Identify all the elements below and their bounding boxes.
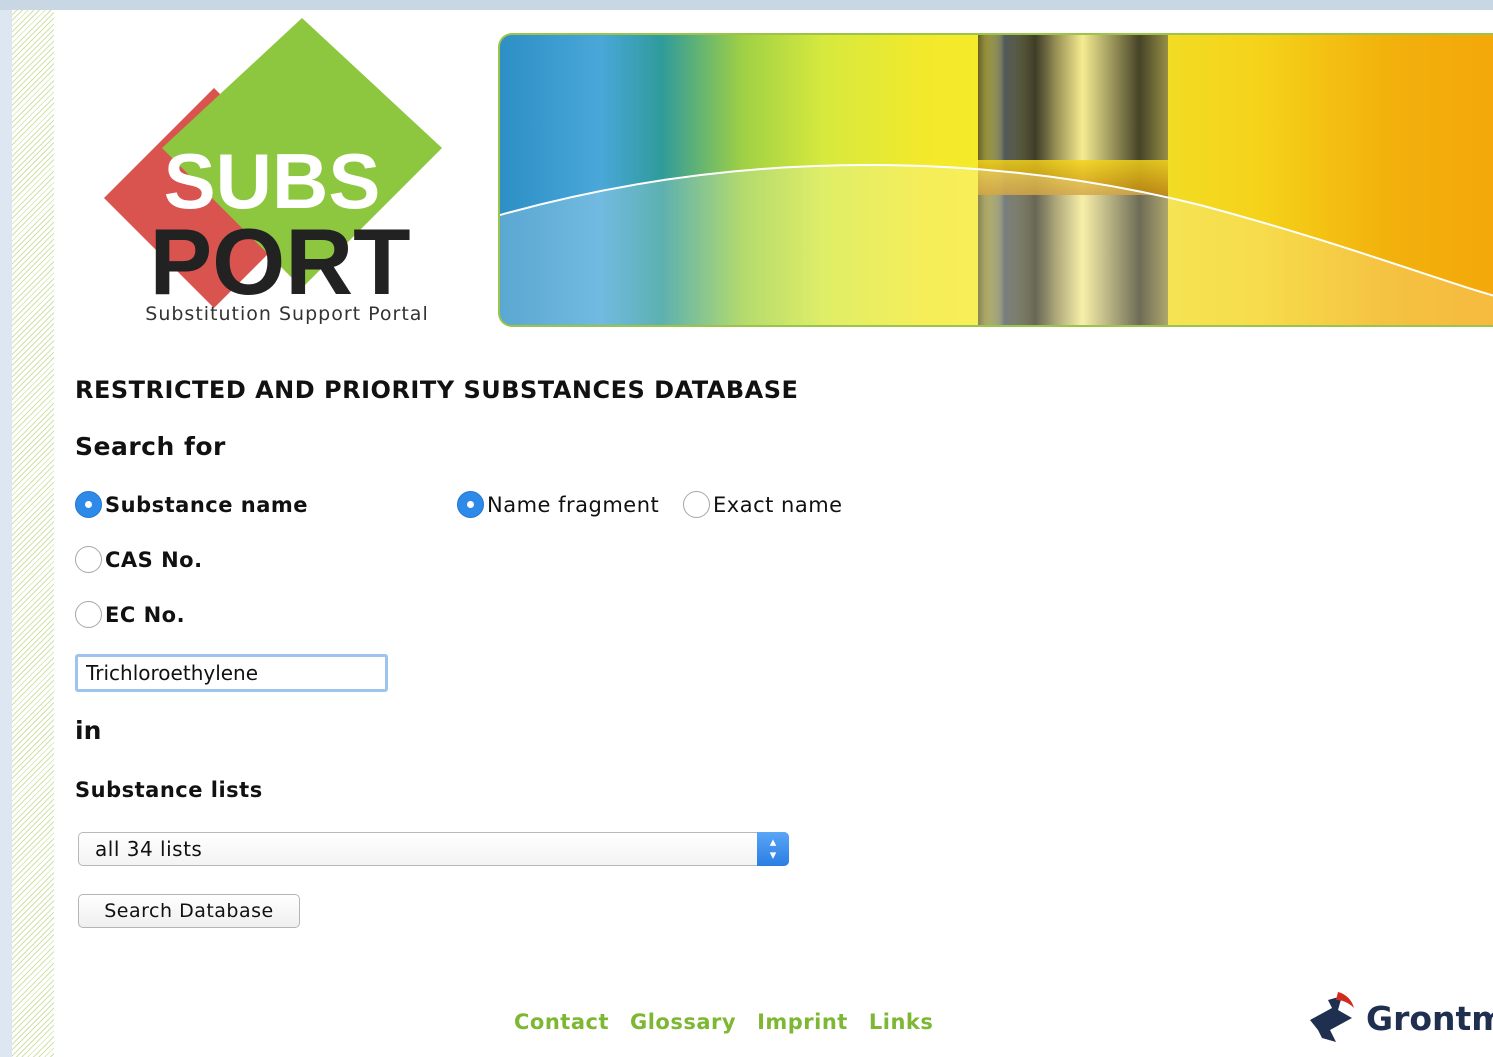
search-input[interactable]	[75, 654, 388, 692]
name-fragment-label: Name fragment	[487, 492, 660, 517]
left-hatch-border	[12, 10, 54, 1057]
option-ec-no[interactable]: EC No.	[75, 601, 185, 628]
subsport-logo[interactable]: SUBS PORT Substitution Support Portal	[102, 18, 462, 328]
footer-link-glossary[interactable]: Glossary	[630, 1010, 736, 1034]
name-fragment-radio[interactable]	[457, 491, 484, 518]
partner-logo[interactable]: Grontm	[1308, 990, 1493, 1046]
substance-lists-value: all 34 lists	[95, 837, 203, 861]
page: SUBS PORT Substitution Support Portal RE…	[12, 10, 1493, 1057]
option-substance-name[interactable]: Substance name	[75, 491, 308, 518]
logo-tagline: Substitution Support Portal	[145, 303, 429, 325]
browser-top-strip	[0, 0, 1493, 10]
footer-link-links[interactable]: Links	[869, 1010, 934, 1034]
exact-name-radio[interactable]	[683, 491, 710, 518]
footer-links: Contact Glossary Imprint Links	[514, 1010, 933, 1034]
logo-word-port: PORT	[149, 209, 410, 314]
option-name-fragment[interactable]: Name fragment	[457, 491, 659, 518]
logo-graphic: SUBS PORT	[104, 18, 442, 314]
cas-no-label: CAS No.	[105, 547, 203, 572]
exact-name-label: Exact name	[713, 492, 843, 517]
select-arrows-icon: ▴ ▾	[757, 832, 789, 866]
search-for-heading: Search for	[75, 432, 226, 461]
substance-lists-label: Substance lists	[75, 778, 263, 802]
substance-name-label: Substance name	[105, 492, 309, 517]
footer-link-contact[interactable]: Contact	[514, 1010, 609, 1034]
footer-link-imprint[interactable]: Imprint	[757, 1010, 848, 1034]
partner-name: Grontm	[1366, 998, 1493, 1038]
option-cas-no[interactable]: CAS No.	[75, 546, 203, 573]
ec-no-label: EC No.	[105, 602, 186, 627]
ec-no-radio[interactable]	[75, 601, 102, 628]
page-title: RESTRICTED AND PRIORITY SUBSTANCES DATAB…	[75, 376, 799, 404]
banner-curve	[500, 164, 1493, 325]
search-database-button[interactable]: Search Database	[78, 894, 300, 928]
option-exact-name[interactable]: Exact name	[683, 491, 843, 518]
in-label: in	[75, 716, 102, 745]
cas-no-radio[interactable]	[75, 546, 102, 573]
header-banner-image	[498, 33, 1493, 327]
substance-name-radio[interactable]	[75, 491, 102, 518]
grontmij-logo-icon	[1310, 992, 1354, 1042]
substance-lists-select[interactable]: all 34 lists ▴ ▾	[78, 832, 789, 866]
